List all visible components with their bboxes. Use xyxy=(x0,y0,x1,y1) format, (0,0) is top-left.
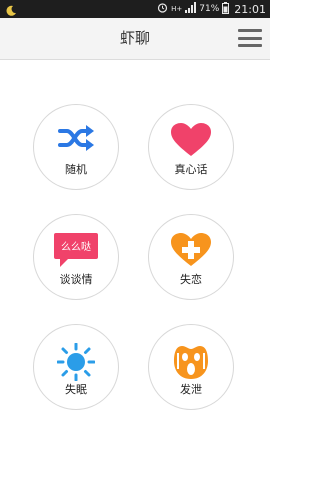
tile-label: 随机 xyxy=(65,163,87,176)
sun-moon-icon xyxy=(56,342,96,385)
alarm-icon xyxy=(157,2,168,16)
page-title: 虾聊 xyxy=(119,29,150,47)
feature-grid: 随机 真心话 么么哒 谈谈情 失恋 失眠 发泄 xyxy=(0,60,270,480)
tile-insomnia[interactable]: 失眠 xyxy=(33,324,119,410)
status-bar: H+ 71% 21:01 xyxy=(0,0,270,18)
tile-random[interactable]: 随机 xyxy=(33,104,119,190)
speech-bubble-icon: 么么哒 xyxy=(54,233,98,271)
network-type: H+ xyxy=(171,5,183,13)
tile-label: 真心话 xyxy=(174,163,208,176)
hamburger-menu-icon[interactable] xyxy=(238,28,262,48)
shuffle-icon xyxy=(57,123,95,157)
tile-truth[interactable]: 真心话 xyxy=(148,104,234,190)
tile-romance[interactable]: 么么哒 谈谈情 xyxy=(33,214,119,300)
tile-label: 发泄 xyxy=(180,383,202,396)
tile-label: 失眠 xyxy=(65,383,87,396)
scream-face-icon xyxy=(172,343,210,385)
tile-venting[interactable]: 发泄 xyxy=(148,324,234,410)
battery-percent: 71% xyxy=(199,4,220,14)
tile-label: 谈谈情 xyxy=(59,273,93,286)
signal-icon xyxy=(185,2,197,16)
battery-icon xyxy=(222,1,230,17)
tile-label: 失恋 xyxy=(180,273,202,286)
title-bar: 虾聊 xyxy=(0,18,270,60)
heart-plus-icon xyxy=(171,233,211,271)
bubble-text: 么么哒 xyxy=(61,240,91,253)
heart-icon xyxy=(171,123,211,161)
clock: 21:01 xyxy=(234,2,266,16)
tile-heartbreak[interactable]: 失恋 xyxy=(148,214,234,300)
